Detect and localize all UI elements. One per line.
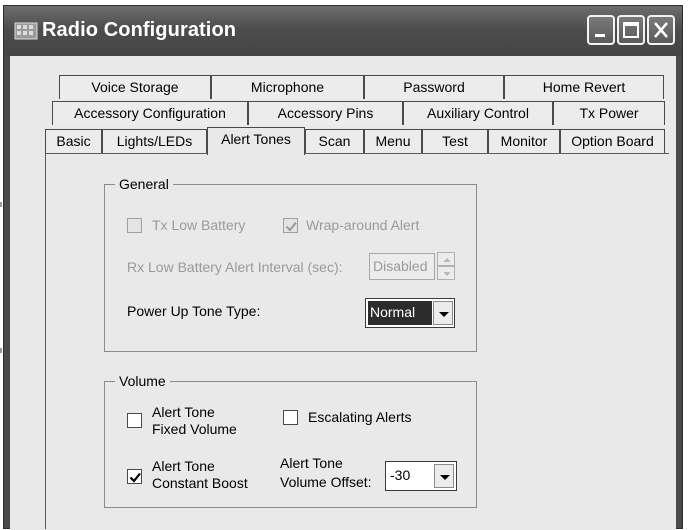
window-title: Radio Configuration	[42, 19, 237, 41]
wrap-around-alert-label: Wrap-around Alert	[306, 217, 420, 233]
tab-microphone[interactable]: Microphone	[211, 75, 364, 99]
chevron-down-icon	[439, 312, 449, 317]
tab-scan[interactable]: Scan	[305, 129, 364, 153]
rx-low-battery-interval-field[interactable]: Disabled	[369, 253, 435, 280]
alert-tone-fixed-volume-label-line2: Fixed Volume	[152, 421, 237, 437]
tx-low-battery-checkbox[interactable]	[127, 218, 142, 233]
alert-tone-volume-offset-label-line2: Volume Offset:	[280, 474, 372, 490]
dropdown-button[interactable]	[434, 464, 454, 488]
tab-menu[interactable]: Menu	[364, 129, 422, 153]
minimize-icon	[595, 34, 605, 37]
chevron-down-icon	[443, 272, 451, 276]
escalating-alerts-checkbox[interactable]	[283, 410, 298, 425]
maximize-icon	[623, 22, 639, 38]
alert-tone-constant-boost-label-line1: Alert Tone	[152, 458, 215, 474]
power-up-tone-type-value: Normal	[368, 301, 432, 325]
spin-down-button[interactable]	[437, 266, 455, 280]
power-up-tone-type-select[interactable]: Normal	[365, 298, 455, 328]
alert-tone-volume-offset-value: -30	[390, 467, 411, 483]
general-group-title: General	[115, 175, 173, 193]
minimize-button[interactable]	[587, 15, 615, 45]
checkmark-icon	[129, 472, 141, 483]
title-bar[interactable]: Radio Configuration	[4, 6, 682, 56]
tab-voice-storage[interactable]: Voice Storage	[59, 75, 211, 99]
tab-monitor[interactable]: Monitor	[488, 129, 560, 153]
tab-test[interactable]: Test	[422, 129, 488, 153]
alert-tone-fixed-volume-checkbox[interactable]	[127, 413, 142, 428]
edge-mark	[0, 348, 2, 353]
radio-app-icon[interactable]	[14, 20, 38, 42]
edge-mark	[0, 202, 2, 207]
maximize-button[interactable]	[617, 15, 645, 45]
tab-home-revert[interactable]: Home Revert	[504, 75, 664, 99]
alert-tone-volume-offset-label-line1: Alert Tone	[280, 455, 343, 471]
rx-low-battery-interval-label: Rx Low Battery Alert Interval (sec):	[127, 259, 343, 275]
close-button[interactable]	[647, 15, 675, 45]
tx-low-battery-label: Tx Low Battery	[152, 217, 246, 233]
checkmark-icon	[285, 221, 297, 232]
tab-accessory-pins[interactable]: Accessory Pins	[248, 101, 403, 125]
tab-password[interactable]: Password	[364, 75, 504, 99]
escalating-alerts-label: Escalating Alerts	[308, 409, 412, 425]
wrap-around-alert-checkbox[interactable]	[283, 218, 298, 233]
tab-auxiliary-control[interactable]: Auxiliary Control	[403, 101, 553, 125]
power-up-tone-type-label: Power Up Tone Type:	[127, 303, 261, 319]
dropdown-button[interactable]	[433, 301, 453, 325]
alert-tone-constant-boost-label-line2: Constant Boost	[152, 475, 248, 491]
chevron-down-icon	[440, 475, 450, 480]
alert-tone-fixed-volume-label-line1: Alert Tone	[152, 404, 215, 420]
tab-alert-tones[interactable]: Alert Tones	[207, 127, 305, 155]
tab-tx-power[interactable]: Tx Power	[553, 101, 665, 125]
tab-accessory-configuration[interactable]: Accessory Configuration	[52, 101, 248, 125]
tab-option-board[interactable]: Option Board	[560, 129, 665, 153]
tab-lights-leds[interactable]: Lights/LEDs	[102, 129, 207, 153]
tab-strip-divider	[45, 153, 669, 154]
alert-tone-volume-offset-select[interactable]: -30	[385, 461, 457, 491]
volume-group-title: Volume	[115, 372, 170, 390]
spin-up-button[interactable]	[437, 252, 455, 266]
alert-tone-constant-boost-checkbox[interactable]	[127, 469, 142, 484]
tab-basic[interactable]: Basic	[45, 129, 102, 153]
chevron-up-icon	[443, 258, 451, 262]
close-icon	[654, 22, 668, 38]
